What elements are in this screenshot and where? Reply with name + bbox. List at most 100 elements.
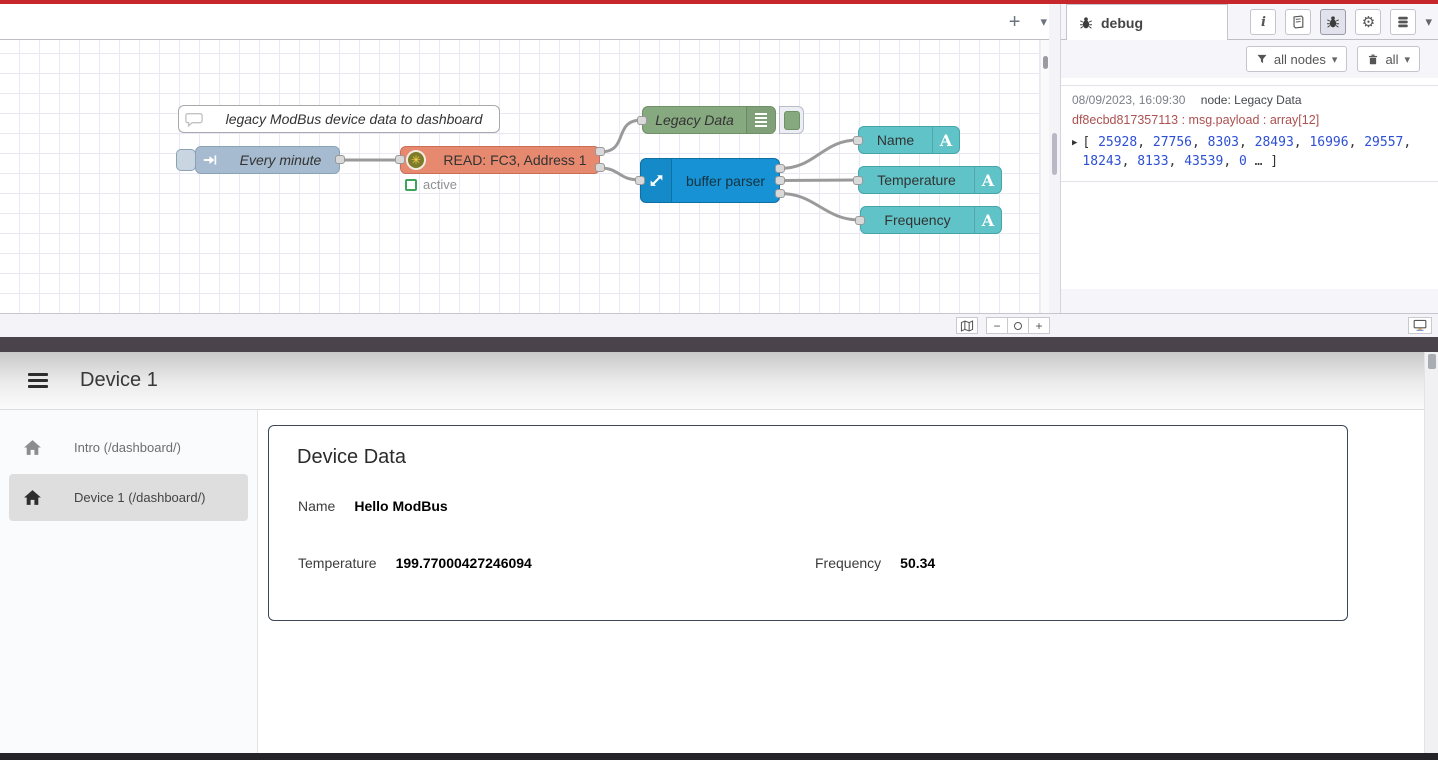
expand-payload-icon[interactable]: ▶ xyxy=(1072,134,1077,172)
debug-output-node[interactable]: Legacy Data xyxy=(642,106,776,134)
config-nodes-button[interactable]: ⚙ xyxy=(1355,9,1381,35)
flow-list-caret-icon[interactable]: ▾ xyxy=(1040,14,1047,30)
text-a-icon: A xyxy=(974,167,1001,193)
buffer-parser-label: buffer parser xyxy=(672,173,779,189)
editor-footer: − + xyxy=(0,313,1438,337)
inject-trigger-button[interactable] xyxy=(176,149,196,171)
debug-clear-label: all xyxy=(1385,52,1398,67)
node-port[interactable] xyxy=(635,176,645,185)
node-port[interactable] xyxy=(595,147,605,156)
sidebar-menu-caret-icon[interactable]: ▾ xyxy=(1425,14,1432,30)
wire[interactable] xyxy=(600,168,640,180)
status-dot-icon xyxy=(405,179,417,191)
zoom-in-button[interactable]: + xyxy=(1028,317,1050,334)
ui-text-node-temperature[interactable]: Temperature A xyxy=(858,166,1002,194)
bug-icon xyxy=(1079,16,1093,30)
menu-hamburger-button[interactable] xyxy=(24,369,52,392)
dashboard-scrollbar-thumb[interactable] xyxy=(1428,354,1436,369)
debug-clear-button[interactable]: all ▾ xyxy=(1357,46,1420,72)
database-icon xyxy=(1396,15,1410,29)
device-data-card: Device Data Name Hello ModBus Temperatur… xyxy=(268,425,1348,621)
sidebar-separator[interactable] xyxy=(1049,4,1061,313)
wire[interactable] xyxy=(780,194,860,221)
node-port[interactable] xyxy=(775,164,785,173)
inject-node-label: Every minute xyxy=(222,152,339,168)
window-bottom-strip xyxy=(0,753,1438,760)
modbus-read-node[interactable]: ✳ READ: FC3, Address 1 xyxy=(400,146,600,174)
node-port[interactable] xyxy=(595,163,605,172)
wire[interactable] xyxy=(600,120,642,152)
buffer-parser-node[interactable]: buffer parser xyxy=(640,158,780,203)
tab-debug[interactable]: debug xyxy=(1066,4,1228,40)
node-port[interactable] xyxy=(395,155,405,164)
modbus-node-label: READ: FC3, Address 1 xyxy=(431,152,599,168)
text-a-icon: A xyxy=(974,207,1001,233)
help-sidebar-button[interactable] xyxy=(1285,9,1311,35)
node-port[interactable] xyxy=(853,176,863,185)
open-debug-window-button[interactable] xyxy=(1408,317,1432,334)
tab-debug-label: debug xyxy=(1101,15,1143,31)
debug-enable-toggle[interactable] xyxy=(779,106,804,134)
separator-handle[interactable] xyxy=(1052,133,1057,175)
node-port[interactable] xyxy=(637,116,647,125)
canvas-scrollbar-thumb[interactable] xyxy=(1043,56,1048,69)
ui-text-node-name[interactable]: Name A xyxy=(858,126,960,154)
window-edge-strip xyxy=(0,337,1438,352)
field-label: Name xyxy=(298,498,335,514)
zoom-reset-button[interactable] xyxy=(1007,317,1029,334)
inject-node[interactable]: Every minute xyxy=(195,146,340,174)
menu-item-label: Intro (/dashboard/) xyxy=(74,440,181,455)
node-port[interactable] xyxy=(853,136,863,145)
field-temperature: Temperature 199.77000427246094 xyxy=(298,555,532,571)
wire[interactable] xyxy=(780,180,858,181)
ui-text-node-frequency[interactable]: Frequency A xyxy=(860,206,1002,234)
comment-node-label: legacy ModBus device data to dashboard xyxy=(209,111,499,127)
add-flow-button[interactable]: + xyxy=(1003,10,1027,34)
debug-filter-button[interactable]: all nodes ▾ xyxy=(1246,46,1348,72)
caret-down-icon: ▾ xyxy=(1332,53,1338,66)
caret-down-icon: ▾ xyxy=(1404,53,1410,66)
gear-icon: ⚙ xyxy=(1362,13,1375,31)
status-text: active xyxy=(423,177,457,192)
debug-payload-array[interactable]: [ 25928, 27756, 8303, 28493, 16996, 2955… xyxy=(1082,134,1411,172)
debug-msg-path: df8ecbd817357113 : msg.payload : array[1… xyxy=(1072,113,1428,127)
comment-node[interactable]: legacy ModBus device data to dashboard xyxy=(178,105,500,133)
field-frequency: Frequency 50.34 xyxy=(815,555,935,571)
debug-source-node[interactable]: node: Legacy Data xyxy=(1201,93,1302,107)
menu-item-intro[interactable]: Intro (/dashboard/) xyxy=(9,424,248,471)
ui-text-label: Name xyxy=(859,132,932,148)
debug-sidebar: debug i xyxy=(1061,4,1438,313)
text-a-icon: A xyxy=(932,127,959,153)
field-value: 50.34 xyxy=(900,555,935,571)
field-value: 199.77000427246094 xyxy=(396,555,532,571)
map-icon xyxy=(960,320,974,332)
node-port[interactable] xyxy=(855,216,865,225)
book-icon xyxy=(1291,15,1305,29)
wire[interactable] xyxy=(780,140,858,169)
debug-toolbar: all nodes ▾ all ▾ xyxy=(1061,40,1438,78)
context-data-button[interactable] xyxy=(1390,9,1416,35)
menu-item-device1[interactable]: Device 1 (/dashboard/) xyxy=(9,474,248,521)
flow-tab-bar: + ▾ xyxy=(0,4,1061,40)
zoom-out-button[interactable]: − xyxy=(986,317,1008,334)
monitor-icon xyxy=(1413,319,1427,332)
dashboard-page-title: Device 1 xyxy=(80,369,158,392)
info-sidebar-button[interactable]: i xyxy=(1250,9,1276,35)
dashboard-scrollbar[interactable] xyxy=(1424,352,1438,753)
info-icon: i xyxy=(1261,15,1266,30)
flow-canvas[interactable]: legacy ModBus device data to dashboard E… xyxy=(0,40,1040,313)
navigator-button[interactable] xyxy=(956,317,978,334)
canvas-scrollbar[interactable] xyxy=(1040,40,1049,313)
debug-sidebar-button[interactable] xyxy=(1320,9,1346,35)
node-port[interactable] xyxy=(775,189,785,198)
zoom-reset-icon xyxy=(1014,322,1022,330)
bug-icon xyxy=(1326,15,1340,29)
debug-message[interactable]: 08/09/2023, 16:09:30 node: Legacy Data d… xyxy=(1061,85,1438,182)
trash-icon xyxy=(1367,53,1379,66)
ui-text-label: Frequency xyxy=(861,212,974,228)
dashboard-sidebar: Intro (/dashboard/) Device 1 (/dashboard… xyxy=(0,410,258,753)
debug-list-icon xyxy=(746,107,775,133)
node-port[interactable] xyxy=(335,155,345,164)
node-status: active xyxy=(405,177,457,192)
node-port[interactable] xyxy=(775,176,785,185)
